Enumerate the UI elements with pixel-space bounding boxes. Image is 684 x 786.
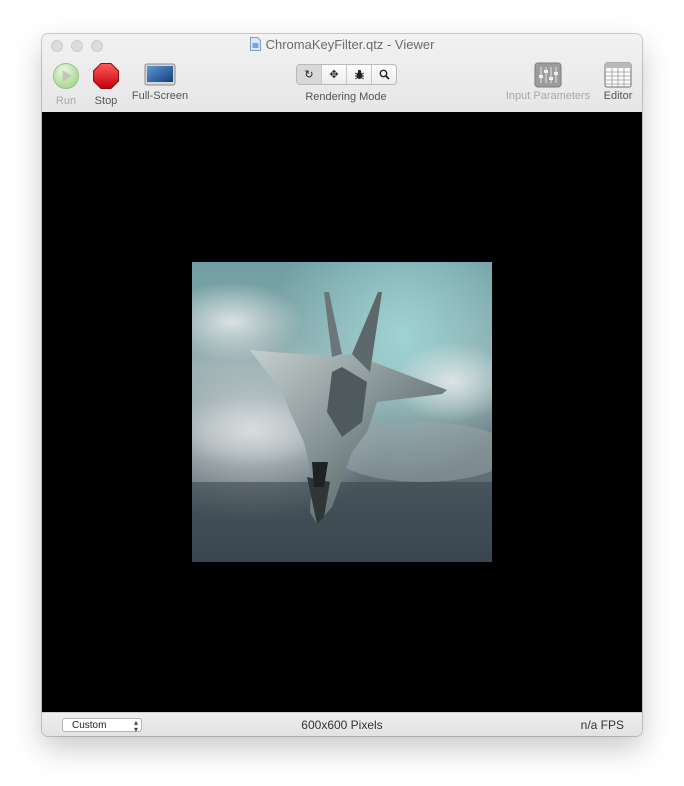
fighter-jet-image: [192, 282, 492, 562]
input-parameters-button[interactable]: Input Parameters: [502, 62, 594, 102]
canvas-dimensions: 600x600 Pixels: [301, 718, 383, 732]
zoom-icon[interactable]: [372, 65, 396, 84]
editor-label: Editor: [603, 90, 633, 102]
render-canvas[interactable]: [42, 112, 642, 712]
document-icon: [249, 37, 261, 51]
viewer-window: ChromaKeyFilter.qtz - Viewer Run Stop Fu…: [42, 34, 642, 736]
rendered-image: [192, 262, 492, 562]
editor-button[interactable]: Editor: [598, 62, 638, 102]
bug-glyph-icon: [354, 69, 364, 80]
status-bar: Custom ▴ ▾ 600x600 Pixels n/a FPS: [42, 712, 642, 736]
window-title-text: ChromaKeyFilter.qtz - Viewer: [265, 37, 435, 52]
title-bar: ChromaKeyFilter.qtz - Viewer Run Stop Fu…: [42, 34, 642, 113]
spreadsheet-icon: [604, 62, 632, 88]
run-label: Run: [55, 95, 77, 107]
move-icon[interactable]: ✥: [322, 65, 347, 84]
rotate-icon[interactable]: ↻: [297, 65, 322, 84]
fullscreen-button[interactable]: Full-Screen: [128, 62, 192, 102]
fullscreen-label: Full-Screen: [131, 90, 189, 102]
sliders-icon: [534, 62, 562, 88]
stop-label: Stop: [94, 95, 118, 107]
stop-button[interactable]: Stop: [92, 62, 120, 107]
monitor-icon: [144, 63, 176, 86]
stop-sign-icon: [93, 63, 119, 89]
fps-readout: n/a FPS: [580, 718, 624, 732]
magnifier-icon: [379, 69, 390, 80]
bug-icon[interactable]: [347, 65, 372, 84]
input-parameters-label: Input Parameters: [505, 90, 591, 102]
window-title: ChromaKeyFilter.qtz - Viewer: [42, 37, 642, 53]
run-button[interactable]: Run: [52, 62, 80, 107]
rendering-mode-label: Rendering Mode: [305, 91, 387, 103]
play-icon: [53, 63, 79, 89]
rendering-mode-control: ↻ ✥ Rendering Mode: [296, 64, 397, 103]
rendering-mode-segmented: ↻ ✥: [296, 64, 397, 85]
